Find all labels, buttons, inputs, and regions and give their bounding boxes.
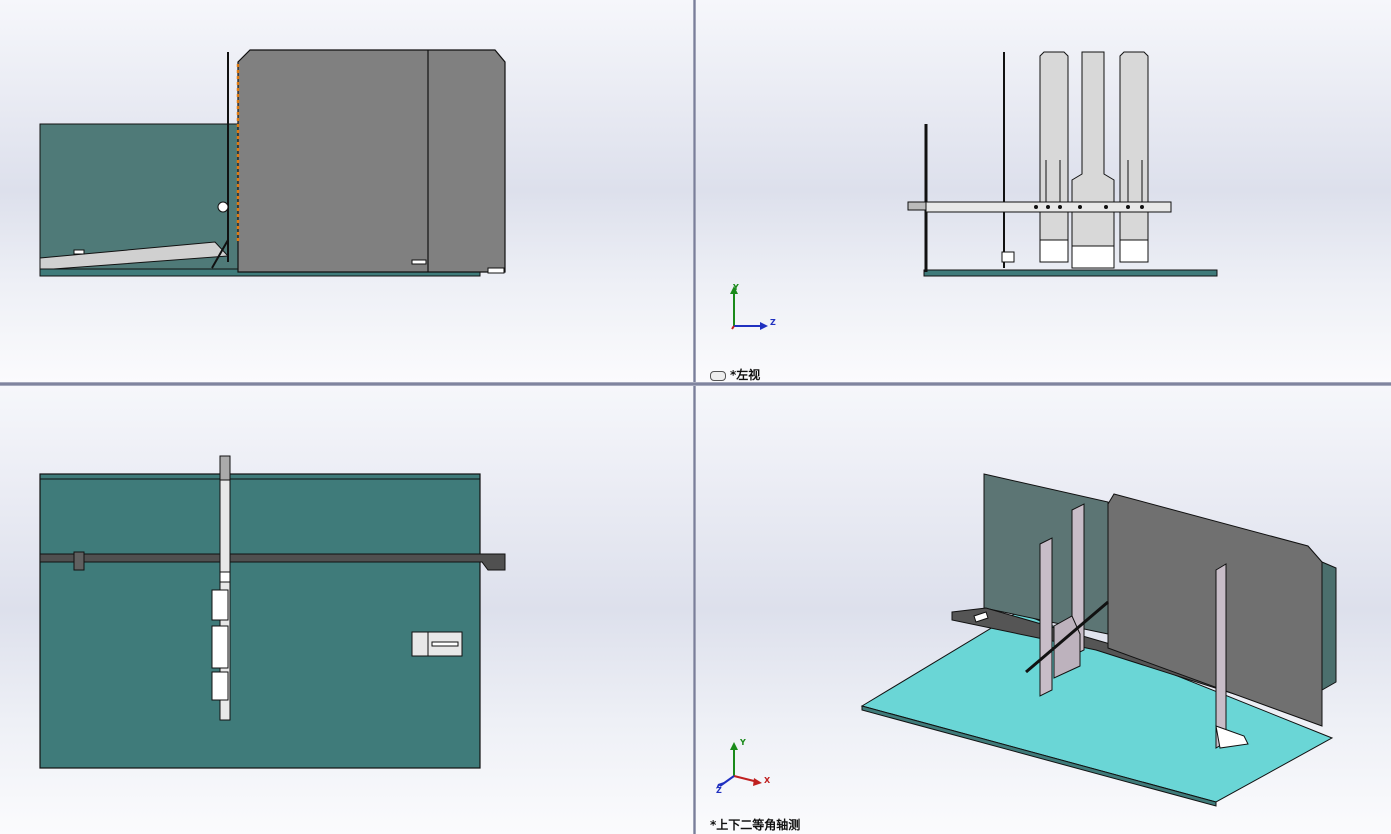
viewport-splitter-horizontal[interactable] [0,382,1391,386]
front-view-drawing [39,49,506,277]
threaded-rod-left [907,201,927,211]
small-tab-right [411,259,427,265]
view-label-left: *左视 [710,366,760,382]
view-label-iso: *上下二等角轴测 [710,816,800,833]
triad-z-label-iso: Z [716,786,722,795]
foot-tab [487,267,505,274]
guide-blade-1-foot [1039,239,1069,263]
viewport-iso[interactable]: Y X Z *上下二等角轴测 [696,386,1391,834]
rail-clamp [73,551,85,571]
link-icon [710,370,726,381]
guide-blade-2 [1071,51,1115,247]
block-1 [211,589,229,621]
hole-4 [1078,205,1082,209]
bracket-slot [431,641,459,647]
triad-y-label: Y [733,283,739,292]
block-3 [211,671,229,701]
hole-7 [1140,205,1144,209]
hole-3 [1058,205,1062,209]
hole-6 [1126,205,1130,209]
view-name-iso: *上下二等角轴测 [710,818,801,832]
guide-blade-2-foot [1071,245,1115,269]
triad-y-label-iso: Y [740,738,746,747]
top-view-drawing [39,455,506,769]
hole-2 [1046,205,1050,209]
guide-blade-3-foot [1119,239,1149,263]
viewport-front[interactable] [0,0,693,382]
view-name-left: *左视 [730,368,761,382]
triad-x-label-iso: X [764,776,771,785]
knob [217,201,229,213]
hole-5 [1104,205,1108,209]
viewport-left[interactable]: Y Z *左视 [696,0,1391,382]
small-tab-left [73,249,85,255]
small-clip [1001,251,1015,263]
block-2 [211,625,229,669]
collar [219,571,231,583]
threaded-rod-top [219,455,231,481]
hole-1 [1034,205,1038,209]
viewport-splitter-vertical[interactable] [693,0,696,834]
viewport-top[interactable] [0,386,693,834]
coordinate-triad-iso [716,742,762,789]
iso-blade-3 [1215,563,1227,749]
iso-view-drawing [860,473,1337,807]
triad-z-label: Z [770,318,776,327]
iso-blade-1 [1039,537,1053,697]
base-strip-left [923,269,1218,277]
main-panel [237,49,506,273]
base-plate-top [39,473,481,769]
iso-panel-side [1321,561,1337,691]
